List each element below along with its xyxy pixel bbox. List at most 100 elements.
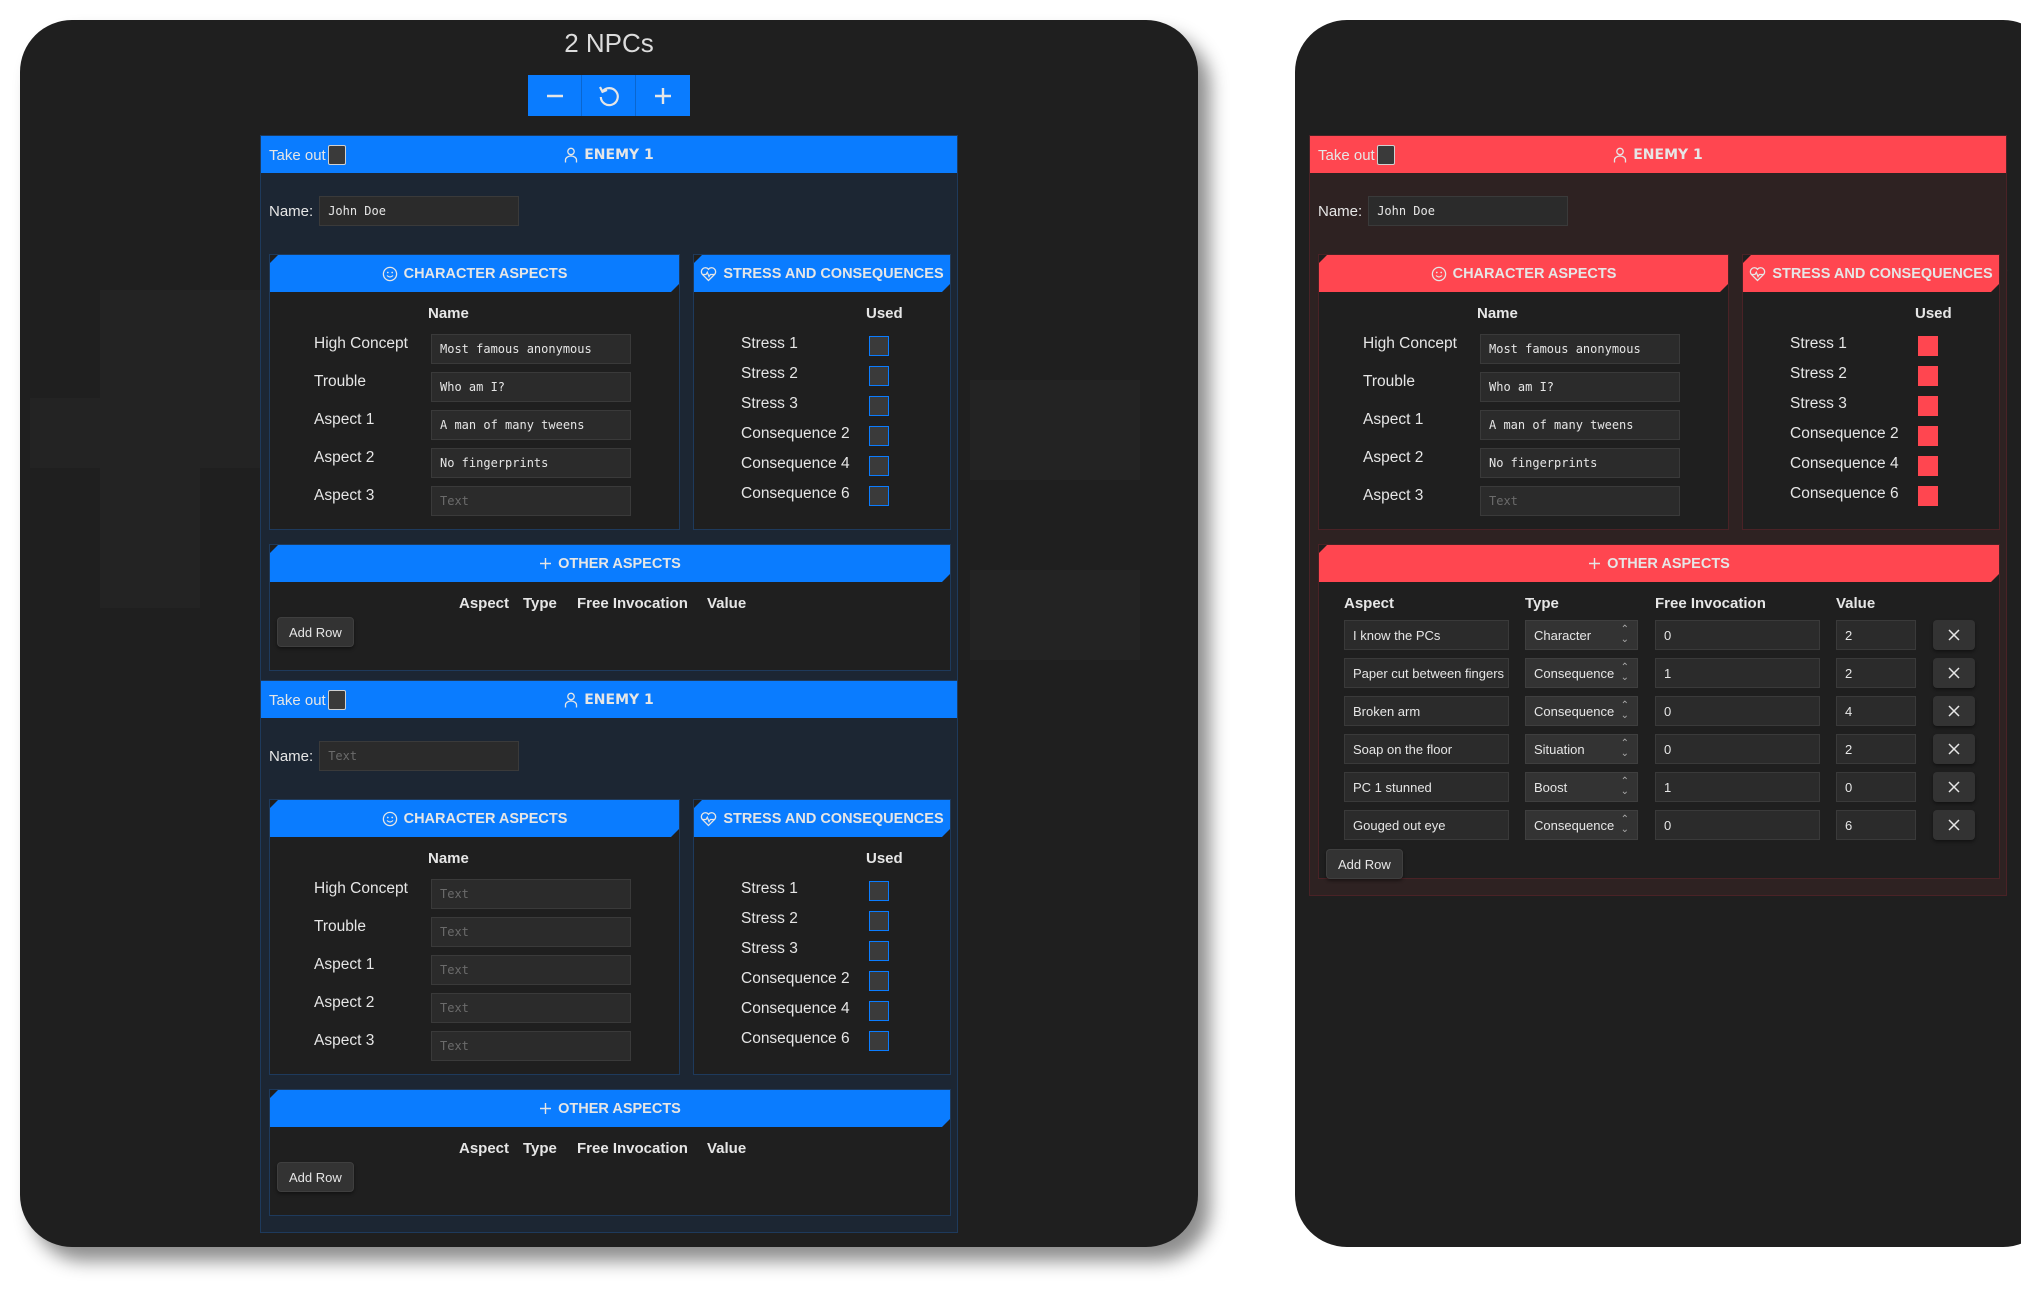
stress-checkbox[interactable] <box>1918 456 1938 476</box>
reset-button[interactable] <box>582 75 636 116</box>
stress-checkbox[interactable] <box>869 426 889 446</box>
aspect-type-select[interactable]: Consequence ⌃ ⌄ <box>1525 810 1638 840</box>
character-aspects-section: CHARACTER ASPECTS Name High Concept Most … <box>269 254 680 530</box>
value-input[interactable]: 2 <box>1836 734 1916 764</box>
value-input[interactable]: 2 <box>1836 620 1916 650</box>
stress-checkbox[interactable] <box>869 336 889 356</box>
stress-checkbox[interactable] <box>1918 426 1938 446</box>
aspect-input[interactable]: Text <box>431 879 631 909</box>
remove-row-button[interactable] <box>1933 658 1975 688</box>
value-input[interactable]: 2 <box>1836 658 1916 688</box>
aspect-input[interactable]: Text <box>431 917 631 947</box>
section-title: STRESS AND CONSEQUENCES <box>723 810 944 827</box>
selected-type: Consequence <box>1534 703 1615 719</box>
remove-row-button[interactable] <box>1933 734 1975 764</box>
stress-checkbox[interactable] <box>869 971 889 991</box>
name-input[interactable]: John Doe <box>319 196 520 226</box>
free-invocation-input[interactable]: 0 <box>1655 810 1820 840</box>
other-aspect-name-input[interactable]: Gouged out eye <box>1344 810 1509 840</box>
other-aspect-name-input[interactable]: I know the PCs <box>1344 620 1509 650</box>
value-input[interactable]: 6 <box>1836 810 1916 840</box>
free-invocation-input[interactable]: 0 <box>1655 696 1820 726</box>
aspect-input[interactable]: Most famous anonymous <box>431 334 631 364</box>
aspect-type-select[interactable]: Character ⌃ ⌄ <box>1525 620 1638 650</box>
aspect-input[interactable]: Text <box>431 955 631 985</box>
stress-row-label: Stress 1 <box>1790 335 1847 352</box>
take-out-toggle[interactable]: Take out <box>1318 145 1395 165</box>
stress-checkbox[interactable] <box>869 486 889 506</box>
aspect-input[interactable]: Who am I? <box>431 372 631 402</box>
remove-row-button[interactable] <box>1933 810 1975 840</box>
remove-row-button[interactable] <box>1933 696 1975 726</box>
aspect-input[interactable]: Text <box>1480 486 1680 516</box>
take-out-toggle[interactable]: Take out <box>269 690 346 710</box>
stress-checkbox[interactable] <box>1918 396 1938 416</box>
stress-checkbox[interactable] <box>1918 366 1938 386</box>
other-aspect-name-input[interactable]: Soap on the floor <box>1344 734 1509 764</box>
stress-checkbox[interactable] <box>869 941 889 961</box>
name-input[interactable]: Text <box>319 741 520 771</box>
aspect-input[interactable]: Who am I? <box>1480 372 1680 402</box>
aspect-row-label: Trouble <box>314 373 366 390</box>
other-aspects-header[interactable]: OTHER ASPECTS <box>1319 545 1999 582</box>
add-row-button[interactable]: Add Row <box>1326 849 1403 879</box>
stress-checkbox[interactable] <box>1918 336 1938 356</box>
free-invocation-input[interactable]: 0 <box>1655 734 1820 764</box>
aspect-input[interactable]: No fingerprints <box>1480 448 1680 478</box>
remove-row-button[interactable] <box>1933 772 1975 802</box>
selected-type: Consequence <box>1534 665 1615 681</box>
other-aspects-header[interactable]: OTHER ASPECTS <box>270 1090 950 1127</box>
other-aspects-column-header: Value <box>707 595 747 612</box>
npc-card: Take out ENEMY 1 Name: John Doe CHARACTE… <box>1309 135 2007 896</box>
npc-card-title: ENEMY 1 <box>1310 147 2006 163</box>
add-row-button[interactable]: Add Row <box>277 617 354 647</box>
npc-card-title: ENEMY 1 <box>261 147 957 163</box>
column-header: Used <box>866 305 903 322</box>
aspect-input[interactable]: Most famous anonymous <box>1480 334 1680 364</box>
other-aspects-column-header: Value <box>1836 595 1876 612</box>
stress-checkbox[interactable] <box>869 456 889 476</box>
stress-checkbox[interactable] <box>869 1001 889 1021</box>
aspect-input[interactable]: No fingerprints <box>431 448 631 478</box>
aspect-input[interactable]: A man of many tweens <box>1480 410 1680 440</box>
remove-row-button[interactable] <box>1933 620 1975 650</box>
selected-type: Character <box>1534 627 1592 643</box>
section-title: OTHER ASPECTS <box>1607 555 1730 572</box>
value-input[interactable]: 0 <box>1836 772 1916 802</box>
other-aspect-name-input[interactable]: PC 1 stunned <box>1344 772 1509 802</box>
take-out-checkbox[interactable] <box>327 690 346 710</box>
stress-checkbox[interactable] <box>869 366 889 386</box>
free-invocation-input[interactable]: 0 <box>1655 620 1820 650</box>
stress-checkbox[interactable] <box>1918 486 1938 506</box>
stress-checkbox[interactable] <box>869 881 889 901</box>
section-title: CHARACTER ASPECTS <box>1452 265 1617 282</box>
aspect-input[interactable]: Text <box>431 1031 631 1061</box>
stress-checkbox[interactable] <box>869 1031 889 1051</box>
other-aspects-header[interactable]: OTHER ASPECTS <box>270 545 950 582</box>
free-invocation-input[interactable]: 1 <box>1655 772 1820 802</box>
aspect-type-select[interactable]: Situation ⌃ ⌄ <box>1525 734 1638 764</box>
take-out-checkbox[interactable] <box>327 145 346 165</box>
take-out-toggle[interactable]: Take out <box>269 145 346 165</box>
aspect-type-select[interactable]: Consequence ⌃ ⌄ <box>1525 658 1638 688</box>
name-input[interactable]: John Doe <box>1368 196 1569 226</box>
aspect-row-label: High Concept <box>1363 335 1457 352</box>
other-aspect-name-input[interactable]: Broken arm <box>1344 696 1509 726</box>
value-input[interactable]: 4 <box>1836 696 1916 726</box>
stress-checkbox[interactable] <box>869 396 889 416</box>
aspect-type-select[interactable]: Consequence ⌃ ⌄ <box>1525 696 1638 726</box>
aspect-input[interactable]: A man of many tweens <box>431 410 631 440</box>
add-npc-button[interactable] <box>636 75 690 116</box>
rotate-ccw-icon <box>598 85 619 106</box>
take-out-checkbox[interactable] <box>1376 145 1395 165</box>
aspect-input[interactable]: Text <box>431 486 631 516</box>
aspect-row-label: High Concept <box>314 335 408 352</box>
aspect-type-select[interactable]: Boost ⌃ ⌄ <box>1525 772 1638 802</box>
add-row-button[interactable]: Add Row <box>277 1162 354 1192</box>
aspect-input[interactable]: Text <box>431 993 631 1023</box>
background-watermark <box>970 380 1140 480</box>
other-aspect-name-input[interactable]: Paper cut between fingers <box>1344 658 1509 688</box>
remove-npc-button[interactable] <box>528 75 582 116</box>
stress-checkbox[interactable] <box>869 911 889 931</box>
free-invocation-input[interactable]: 1 <box>1655 658 1820 688</box>
